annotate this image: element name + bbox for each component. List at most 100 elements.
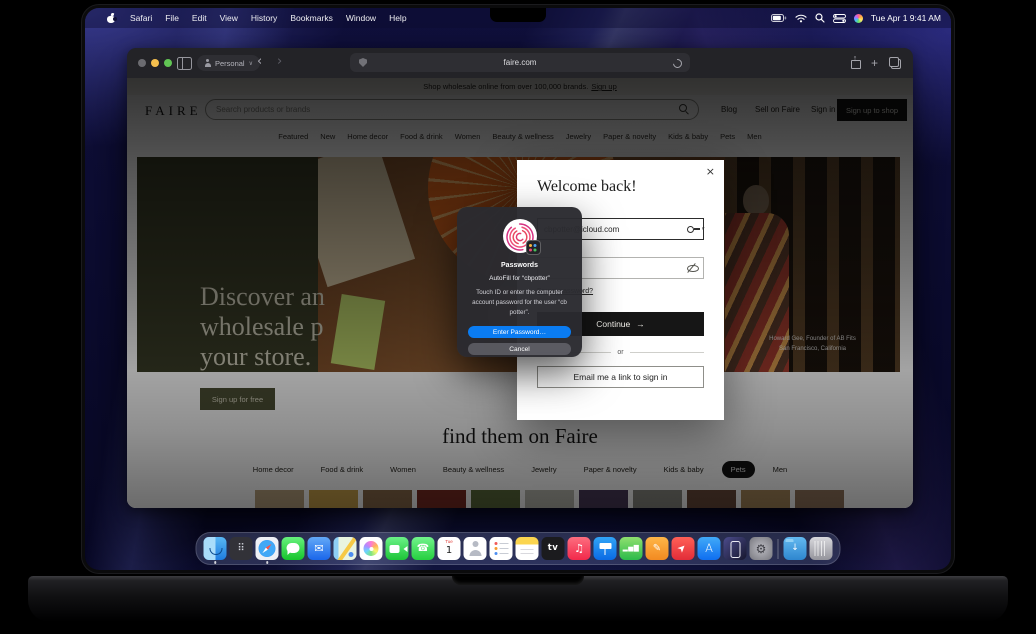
search-input[interactable] [205,99,699,120]
bottom-category-item[interactable]: Men [764,461,797,478]
tab-overview-icon[interactable] [889,57,901,69]
menu-bar-item[interactable]: Bookmarks [290,13,333,23]
dock-icon-phone[interactable]: ☎ [412,537,435,560]
menu-bar-item[interactable]: Help [389,13,406,23]
category-nav-item[interactable]: Beauty & wellness [492,132,553,141]
window-close-button[interactable] [138,59,146,67]
spotlight-search-icon[interactable] [815,13,825,23]
dock-icon-mail[interactable]: ✉ [308,537,331,560]
category-nav-item[interactable]: New [320,132,335,141]
menu-bar-item[interactable]: File [165,13,179,23]
category-nav-item[interactable]: Paper & novelty [603,132,656,141]
toolbar-right-buttons: ↑ + [850,56,901,69]
window-minimize-button[interactable] [151,59,159,67]
email-link-button[interactable]: Email me a link to sign in [537,366,704,388]
product-thumbnail[interactable] [417,490,466,508]
category-nav-item[interactable]: Food & drink [400,132,443,141]
product-thumbnail[interactable] [363,490,412,508]
category-nav: Featured New Home decor Food & drink Women Be… [127,125,913,147]
bottom-category-item[interactable]: Women [381,461,425,478]
product-thumbnail[interactable] [525,490,574,508]
product-thumbnail[interactable] [633,490,682,508]
window-zoom-button[interactable] [164,59,172,67]
dock-icon-maps[interactable] [334,537,357,560]
dock-icon-iphone-mirroring[interactable] [724,537,747,560]
product-thumbnail[interactable] [579,490,628,508]
search-icon[interactable] [679,104,690,115]
new-tab-icon[interactable]: + [871,57,878,69]
dock-icon-reminders[interactable] [490,537,513,560]
dock-icon-system-settings[interactable]: ⚙ [750,537,773,560]
sidebar-toggle-icon[interactable] [177,57,192,70]
bottom-category-item[interactable]: Pets [722,461,755,478]
dock-icon-calendar[interactable]: Tue 1 [438,537,461,560]
share-icon[interactable]: ↑ [850,56,860,69]
enter-password-button[interactable]: Enter Password… [468,326,571,338]
control-center-icon[interactable] [833,14,846,23]
close-icon[interactable]: × [706,165,715,178]
dock-icon-apple-tv[interactable]: tv [542,537,565,560]
category-nav-item[interactable]: Pets [720,132,735,141]
header-link-sell-on-faire[interactable]: Sell on Faire [755,105,800,114]
category-nav-item[interactable]: Kids & baby [668,132,708,141]
product-thumbnail[interactable] [309,490,358,508]
dock-icon-facetime[interactable] [386,537,409,560]
show-password-eye-icon[interactable] [687,263,699,272]
product-thumbnail[interactable] [795,490,844,508]
address-bar[interactable]: faire.com [350,53,690,72]
header-link-blog[interactable]: Blog [721,105,737,114]
chevron-down-icon: ∨ [249,60,253,67]
category-nav-item[interactable]: Men [747,132,762,141]
dock-icon-photos[interactable] [360,537,383,560]
menu-bar-item[interactable]: History [251,13,277,23]
back-button[interactable]: ‹ [257,53,262,71]
bottom-category-item[interactable]: Kids & baby [655,461,713,478]
dock-icon-downloads-folder[interactable]: ↓ [784,537,807,560]
bottom-category-item[interactable]: Paper & novelty [575,461,646,478]
dock-icon-messages[interactable] [282,537,305,560]
category-nav-item[interactable]: Women [455,132,481,141]
promo-banner-signup-link[interactable]: Sign up [591,82,616,91]
passwords-autofill-key-icon[interactable]: ∨ [687,225,702,233]
menu-bar-item[interactable]: Edit [192,13,207,23]
reload-icon[interactable] [671,57,684,70]
menu-bar-item[interactable]: View [220,13,238,23]
dock-icon-contacts[interactable] [464,537,487,560]
forward-button[interactable]: › [277,53,282,71]
dock-icon-pages[interactable]: ✎ [646,537,669,560]
category-nav-item[interactable]: Jewelry [566,132,591,141]
dock-icon-trash[interactable] [810,537,833,560]
dock-icon-launchpad[interactable]: ⠿ [230,537,253,560]
dock-icon-rocket-app[interactable]: ➤ [672,537,695,560]
dock-icon-finder[interactable] [204,537,227,560]
bottom-category-item[interactable]: Jewelry [522,461,565,478]
siri-icon[interactable] [854,14,863,23]
dock-icon-numbers[interactable]: ▂▅▇ [620,537,643,560]
faire-logo[interactable]: FAIRE [145,103,202,119]
macbook-stage: Safari File Edit View History Bookmarks Window… [0,0,1036,634]
menu-bar-item[interactable]: Window [346,13,376,23]
apple-menu-icon[interactable] [107,14,115,23]
bottom-category-item[interactable]: Beauty & wellness [434,461,513,478]
dock-icon-keynote[interactable] [594,537,617,560]
menu-bar-item[interactable]: Safari [130,13,152,23]
product-thumbnail[interactable] [255,490,304,508]
header-link-sign-in[interactable]: Sign in [811,105,835,114]
dock-icon-safari[interactable] [256,537,279,560]
product-thumbnail[interactable] [741,490,790,508]
category-nav-item[interactable]: Home decor [347,132,388,141]
sign-up-to-shop-button[interactable]: Sign up to shop [837,99,907,121]
dock-icon-app-store[interactable]: A [698,537,721,560]
touch-id-fingerprint-icon [503,219,537,253]
bottom-category-item[interactable]: Home decor [244,461,303,478]
category-nav-item[interactable]: Featured [278,132,308,141]
dock-icon-music[interactable]: ♫ [568,537,591,560]
privacy-shield-icon[interactable] [359,58,367,67]
bottom-category-item[interactable]: Food & drink [312,461,373,478]
dock-icon-notes[interactable] [516,537,539,560]
sign-up-for-free-button[interactable]: Sign up for free [200,388,275,410]
profile-switcher[interactable]: Personal ∨ [197,55,260,71]
product-thumbnail[interactable] [687,490,736,508]
cancel-button[interactable]: Cancel [468,343,571,355]
product-thumbnail[interactable] [471,490,520,508]
